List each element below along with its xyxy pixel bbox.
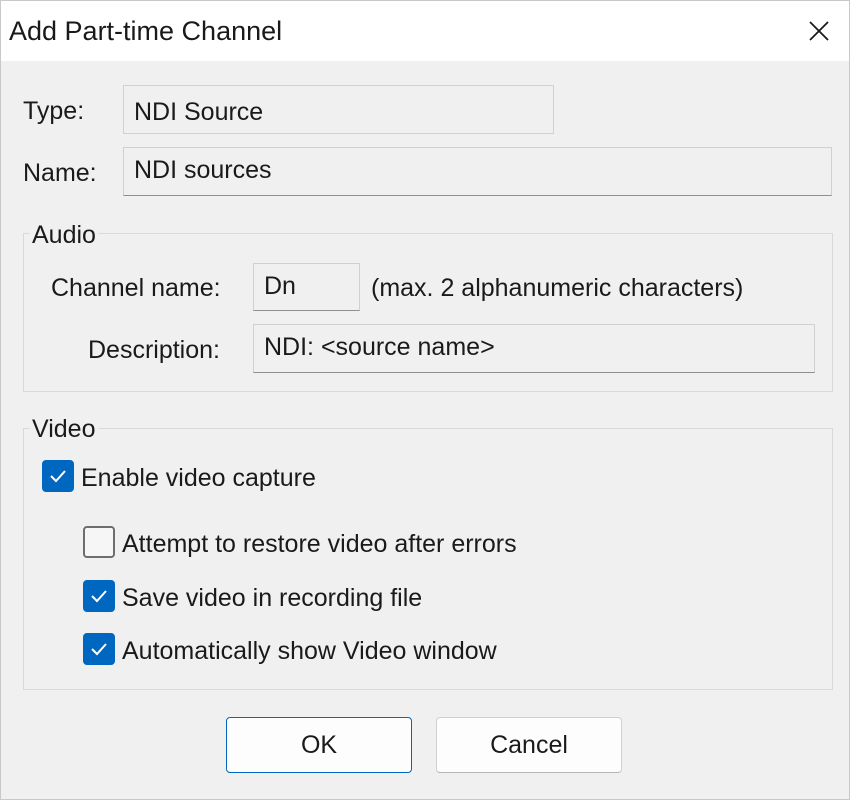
- checkmark-icon: [48, 466, 68, 486]
- channel-name-field[interactable]: Dn: [253, 263, 360, 311]
- title-bar: Add Part-time Channel: [1, 1, 849, 61]
- show-video-window-label[interactable]: Automatically show Video window: [122, 637, 497, 666]
- type-label: Type:: [23, 97, 85, 125]
- description-field[interactable]: NDI: <source name>: [253, 324, 815, 373]
- cancel-button[interactable]: Cancel: [436, 717, 622, 773]
- channel-name-label: Channel name:: [51, 274, 221, 302]
- name-label: Name:: [23, 159, 97, 187]
- close-button[interactable]: [789, 1, 849, 61]
- description-label: Description:: [88, 336, 220, 364]
- checkmark-icon: [89, 586, 109, 606]
- video-group-title: Video: [30, 415, 98, 444]
- name-field[interactable]: NDI sources: [123, 147, 832, 196]
- dialog-window: Add Part-time Channel Type: NDI Source N…: [0, 0, 850, 800]
- enable-video-capture-checkbox[interactable]: [42, 460, 74, 492]
- enable-video-capture-label[interactable]: Enable video capture: [81, 464, 316, 493]
- checkmark-icon: [89, 639, 109, 659]
- restore-video-checkbox[interactable]: [83, 526, 115, 558]
- show-video-window-checkbox[interactable]: [83, 633, 115, 665]
- ok-button[interactable]: OK: [226, 717, 412, 773]
- audio-group-title: Audio: [30, 221, 98, 250]
- save-video-label[interactable]: Save video in recording file: [122, 584, 422, 613]
- type-field: NDI Source: [123, 85, 554, 134]
- save-video-checkbox[interactable]: [83, 580, 115, 612]
- dialog-title: Add Part-time Channel: [9, 16, 283, 46]
- restore-video-label[interactable]: Attempt to restore video after errors: [122, 530, 517, 559]
- channel-name-hint: (max. 2 alphanumeric characters): [371, 274, 744, 302]
- close-icon: [808, 20, 830, 42]
